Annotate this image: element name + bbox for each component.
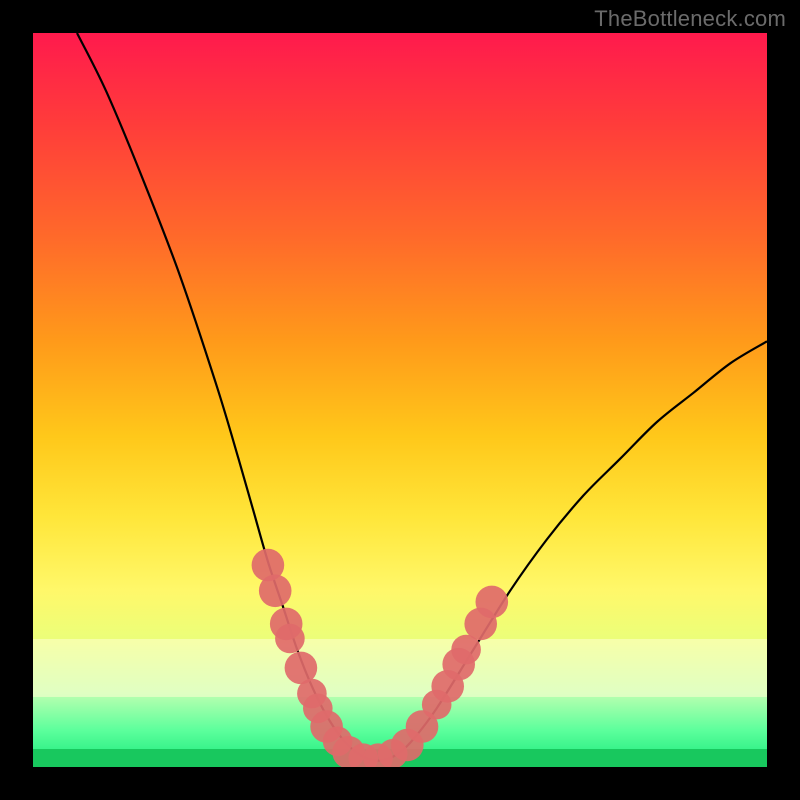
bead-marker: [476, 586, 509, 619]
bead-group: [252, 549, 509, 767]
bead-marker: [259, 575, 292, 608]
chart-svg: [33, 33, 767, 767]
bottleneck-curve: [77, 33, 767, 761]
chart-frame: TheBottleneck.com: [0, 0, 800, 800]
plot-area: [33, 33, 767, 767]
bead-marker: [275, 624, 305, 654]
attribution-text: TheBottleneck.com: [594, 6, 786, 32]
